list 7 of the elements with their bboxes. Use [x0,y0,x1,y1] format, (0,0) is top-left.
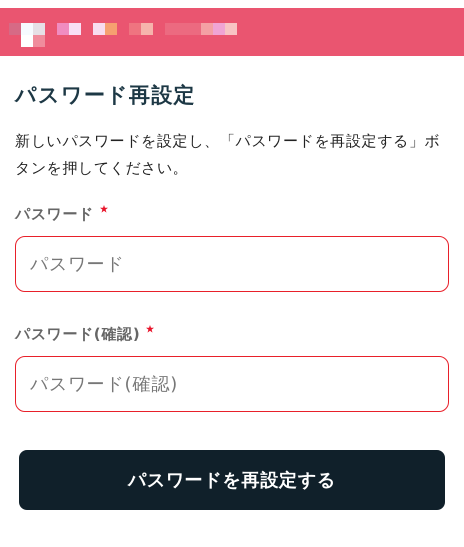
reset-password-button[interactable]: パスワードを再設定する [19,450,445,510]
field-label: パスワード [15,204,94,225]
field-label: パスワード(確認) [15,324,140,345]
page-title: パスワード再設定 [15,82,196,109]
password-field[interactable]: パスワード [15,236,449,292]
description-text: 新しいパスワードを設定し、「パスワードを再設定する」ボタンを押してください。 [15,131,442,179]
password-field[interactable]: パスワード(確認) [15,356,449,412]
